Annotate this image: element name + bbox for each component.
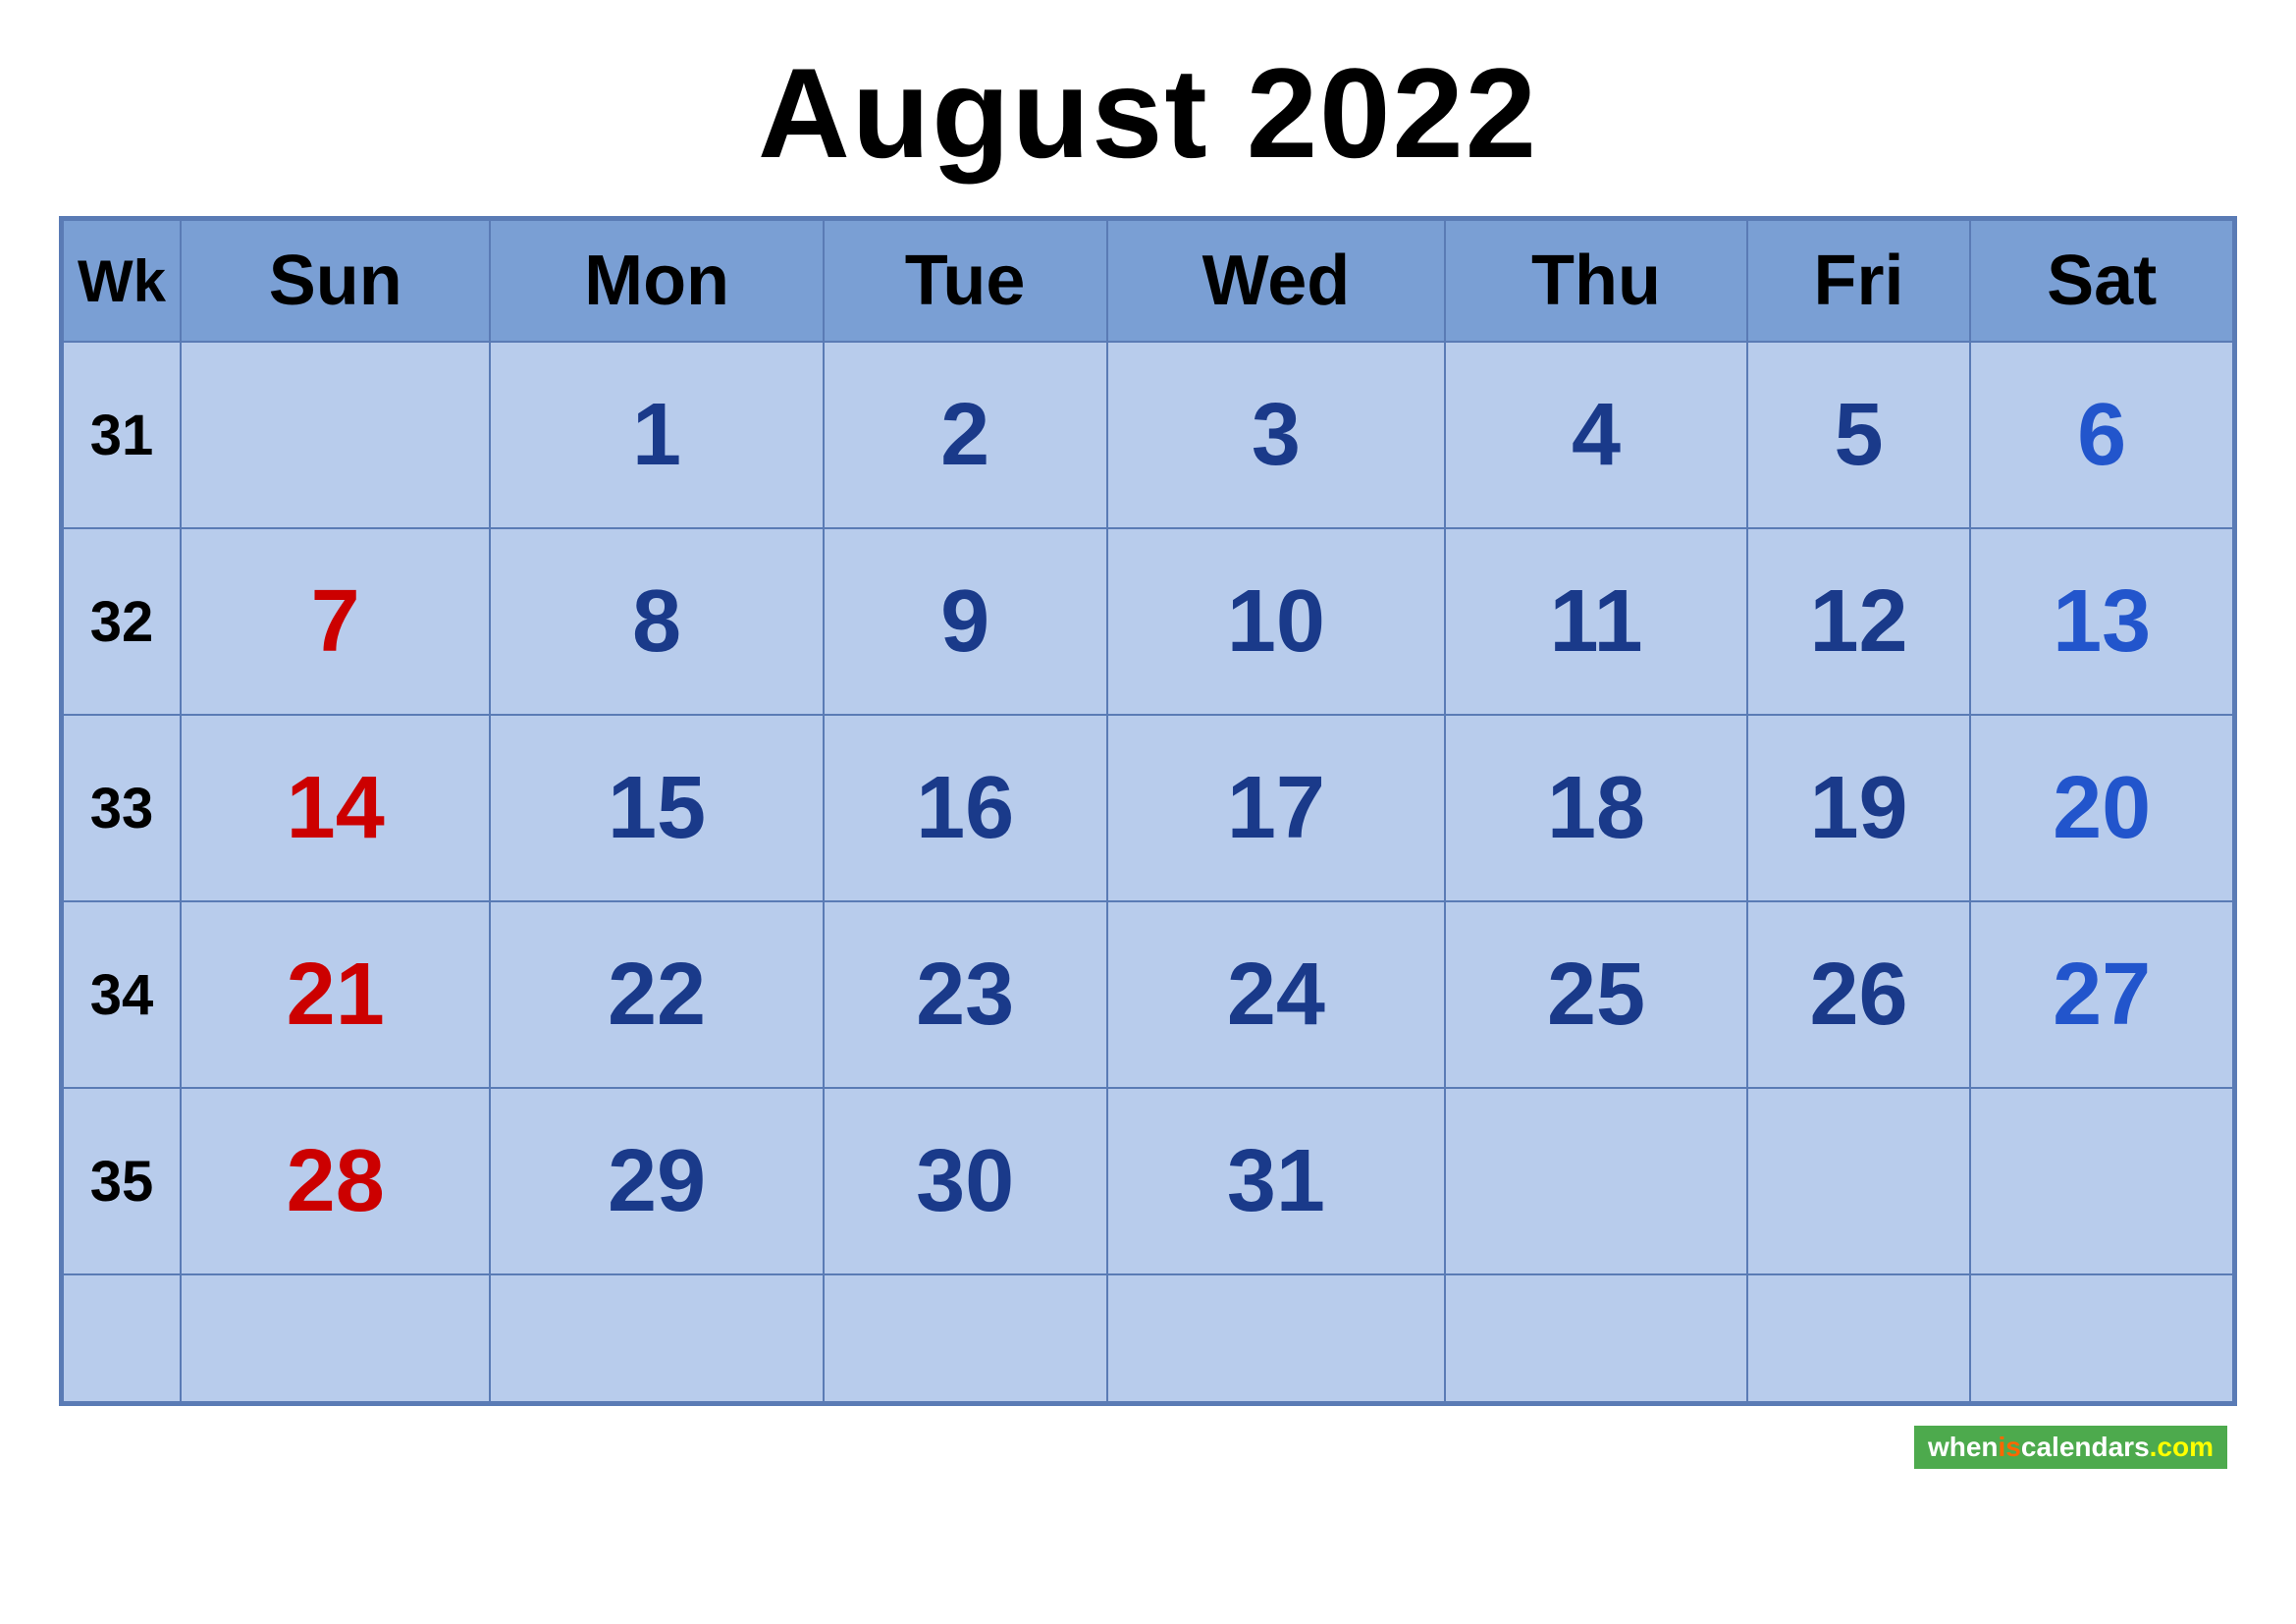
day-fri-wk35 <box>1747 1088 1971 1274</box>
day-thu-wk35 <box>1445 1088 1746 1274</box>
day-mon-empty <box>490 1274 823 1402</box>
week-row-empty <box>63 1274 2233 1402</box>
footer-com: .com <box>2150 1432 2214 1462</box>
day-sun-wk34: 21 <box>181 901 490 1088</box>
week-row-33: 33 14 15 16 17 18 19 20 <box>63 715 2233 901</box>
day-fri-wk33: 19 <box>1747 715 1971 901</box>
header-sat: Sat <box>1970 220 2233 342</box>
header-sun: Sun <box>181 220 490 342</box>
footer: wheniscalendars.com <box>59 1426 2237 1469</box>
calendar-header: Wk Sun Mon Tue Wed Thu Fri Sat <box>63 220 2233 342</box>
page-title: August 2022 <box>758 39 1538 187</box>
day-sun-wk33: 14 <box>181 715 490 901</box>
day-sat-wk35 <box>1970 1088 2233 1274</box>
day-mon-wk33: 15 <box>490 715 823 901</box>
wk-32: 32 <box>63 528 181 715</box>
day-wed-empty <box>1107 1274 1446 1402</box>
day-thu-wk34: 25 <box>1445 901 1746 1088</box>
day-sat-wk32: 13 <box>1970 528 2233 715</box>
day-mon-wk32: 8 <box>490 528 823 715</box>
footer-calendars: calendars <box>2021 1432 2150 1462</box>
day-tue-wk33: 16 <box>824 715 1107 901</box>
calendar-container: Wk Sun Mon Tue Wed Thu Fri Sat 31 1 2 3 … <box>59 216 2237 1406</box>
day-sat-empty <box>1970 1274 2233 1402</box>
day-thu-wk31: 4 <box>1445 342 1746 528</box>
day-mon-wk34: 22 <box>490 901 823 1088</box>
day-sun-wk32: 7 <box>181 528 490 715</box>
week-row-34: 34 21 22 23 24 25 26 27 <box>63 901 2233 1088</box>
day-wed-wk35: 31 <box>1107 1088 1446 1274</box>
day-sun-wk35: 28 <box>181 1088 490 1274</box>
calendar-table: Wk Sun Mon Tue Wed Thu Fri Sat 31 1 2 3 … <box>62 219 2234 1403</box>
footer-is: is <box>1999 1432 2021 1462</box>
week-row-31: 31 1 2 3 4 5 6 <box>63 342 2233 528</box>
header-fri: Fri <box>1747 220 1971 342</box>
header-mon: Mon <box>490 220 823 342</box>
day-wed-wk33: 17 <box>1107 715 1446 901</box>
wk-empty <box>63 1274 181 1402</box>
day-wed-wk31: 3 <box>1107 342 1446 528</box>
day-sun-wk31 <box>181 342 490 528</box>
header-thu: Thu <box>1445 220 1746 342</box>
day-sun-empty <box>181 1274 490 1402</box>
day-mon-wk31: 1 <box>490 342 823 528</box>
header-tue: Tue <box>824 220 1107 342</box>
day-fri-wk34: 26 <box>1747 901 1971 1088</box>
header-row: Wk Sun Mon Tue Wed Thu Fri Sat <box>63 220 2233 342</box>
day-tue-empty <box>824 1274 1107 1402</box>
day-sat-wk31: 6 <box>1970 342 2233 528</box>
day-sat-wk33: 20 <box>1970 715 2233 901</box>
day-tue-wk32: 9 <box>824 528 1107 715</box>
footer-link[interactable]: wheniscalendars.com <box>1914 1426 2227 1469</box>
day-tue-wk34: 23 <box>824 901 1107 1088</box>
calendar-body: 31 1 2 3 4 5 6 32 7 8 9 10 11 12 13 <box>63 342 2233 1402</box>
day-wed-wk34: 24 <box>1107 901 1446 1088</box>
wk-31: 31 <box>63 342 181 528</box>
wk-33: 33 <box>63 715 181 901</box>
day-thu-wk32: 11 <box>1445 528 1746 715</box>
day-mon-wk35: 29 <box>490 1088 823 1274</box>
day-thu-empty <box>1445 1274 1746 1402</box>
header-wk: Wk <box>63 220 181 342</box>
day-tue-wk35: 30 <box>824 1088 1107 1274</box>
day-thu-wk33: 18 <box>1445 715 1746 901</box>
week-row-35: 35 28 29 30 31 <box>63 1088 2233 1274</box>
day-tue-wk31: 2 <box>824 342 1107 528</box>
day-sat-wk34: 27 <box>1970 901 2233 1088</box>
wk-34: 34 <box>63 901 181 1088</box>
footer-when: when <box>1928 1432 1999 1462</box>
day-fri-wk32: 12 <box>1747 528 1971 715</box>
day-wed-wk32: 10 <box>1107 528 1446 715</box>
day-fri-wk31: 5 <box>1747 342 1971 528</box>
wk-35: 35 <box>63 1088 181 1274</box>
header-wed: Wed <box>1107 220 1446 342</box>
day-fri-empty <box>1747 1274 1971 1402</box>
week-row-32: 32 7 8 9 10 11 12 13 <box>63 528 2233 715</box>
